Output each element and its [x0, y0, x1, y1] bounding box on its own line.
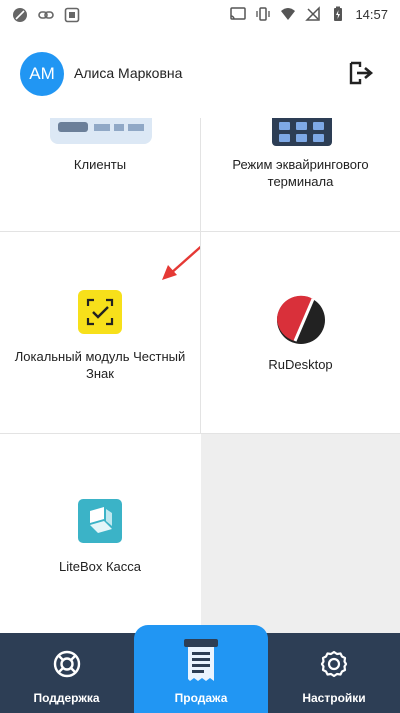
nav-label-sales: Продажа [174, 691, 228, 705]
vibrate-icon [256, 7, 271, 21]
apps-grid: Клиенты Режим эквайрингового терминала Л… [0, 118, 400, 633]
grid-divider-vertical [200, 118, 201, 434]
tile-acquiring-terminal[interactable]: Режим эквайрингового терминала [201, 118, 400, 231]
empty-tile [201, 434, 400, 633]
bottom-navigation: Поддержка Продажа Настройки [0, 625, 400, 713]
cast-icon [230, 7, 247, 20]
grid-divider [0, 231, 400, 232]
chestny-znak-icon [78, 290, 122, 334]
tile-litebox[interactable]: LiteBox Касса [0, 434, 200, 633]
no-sim-icon [13, 8, 27, 22]
tile-chestny-znak[interactable]: Локальный модуль Честный Знак [0, 232, 206, 433]
gear-icon [320, 650, 348, 678]
nav-item-support[interactable]: Поддержка [0, 633, 133, 713]
tile-label-clients: Клиенты [73, 157, 127, 172]
link-icon [38, 11, 54, 19]
no-signal-icon [305, 6, 321, 21]
lifebuoy-icon [53, 650, 81, 678]
grid-divider [0, 433, 400, 434]
status-time: 14:57 [355, 6, 388, 22]
status-bar: 14:57 [0, 0, 400, 30]
nav-item-settings[interactable]: Настройки [268, 633, 400, 713]
tile-label-rudesktop: RuDesktop [268, 357, 333, 372]
rudesktop-logo-icon [276, 295, 325, 344]
user-name: Алиса Марковна [74, 65, 183, 81]
nav-item-sales[interactable]: Продажа [134, 633, 268, 713]
battery-charging-icon [334, 6, 343, 21]
screenshot-icon [64, 7, 80, 23]
tile-label-acquiring: Режим эквайрингового терминала [232, 157, 369, 189]
nav-label-support: Поддержка [33, 691, 100, 705]
clients-card-icon [50, 118, 152, 144]
app-header: АМ Алиса Марковна [0, 30, 400, 118]
wifi-icon [281, 8, 296, 20]
litebox-logo-icon [78, 499, 122, 543]
logout-icon[interactable] [348, 60, 374, 86]
terminal-keypad-icon [272, 118, 332, 146]
tile-label-chestny-znak: Локальный модуль Честный Знак [14, 349, 186, 381]
receipt-icon [184, 639, 218, 681]
avatar[interactable]: АМ [20, 52, 64, 96]
tile-clients[interactable]: Клиенты [0, 118, 200, 231]
nav-label-settings: Настройки [302, 691, 366, 705]
tile-label-litebox: LiteBox Касса [58, 559, 141, 574]
tile-rudesktop[interactable]: RuDesktop [201, 232, 400, 433]
